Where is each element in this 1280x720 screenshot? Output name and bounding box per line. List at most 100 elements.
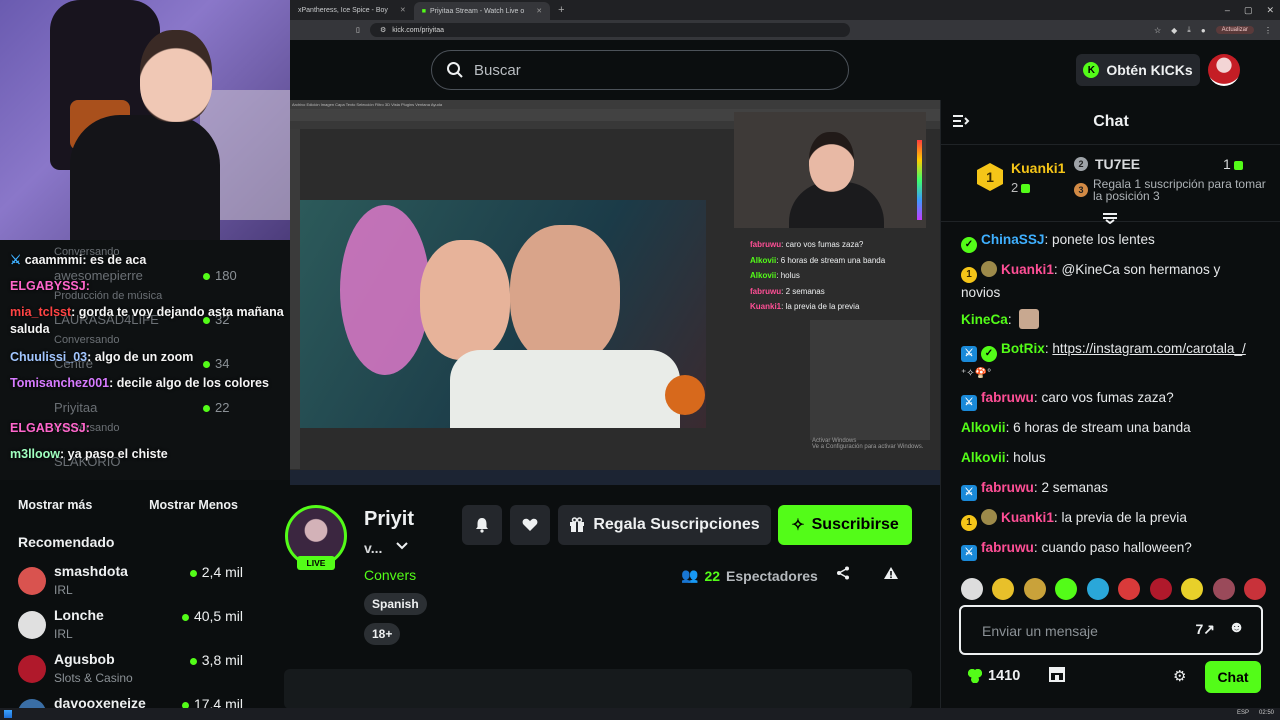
menu-icon[interactable]: ⋮ [1264, 26, 1272, 35]
store-icon[interactable] [1048, 666, 1066, 687]
kicks-balance[interactable]: 1410 [968, 668, 1020, 684]
bell-icon [476, 518, 488, 533]
chat-message: KineCa: [961, 309, 1261, 330]
search-input[interactable]: Buscar [431, 50, 849, 90]
about-panel [284, 669, 912, 709]
recommended-title: Recomendado [18, 534, 115, 550]
emoji-icon[interactable]: ☻ [1228, 619, 1245, 637]
bookmark-icon[interactable]: ▯ [356, 26, 360, 34]
emote-icon[interactable] [1149, 578, 1172, 600]
webcam-overlay [0, 0, 290, 240]
sub-icon [1021, 184, 1031, 194]
profile-icon[interactable]: ● [1201, 26, 1206, 35]
language-indicator[interactable]: ESP [1237, 710, 1249, 716]
emote-icon[interactable] [1086, 578, 1109, 600]
chat-username[interactable]: BotRix [1001, 341, 1045, 356]
tag-mature[interactable]: 18+ [364, 623, 401, 645]
gifter-badge-icon: 1 [961, 267, 977, 283]
new-tab-icon[interactable]: + [558, 4, 564, 16]
star-icon[interactable]: ☆ [1154, 26, 1161, 35]
left-chat-overlay: Conversando awesomepierre 180 Producción… [0, 240, 290, 480]
video-player[interactable]: Archivo Edición Imagen Capa Texto Selecc… [290, 100, 940, 485]
translate-icon[interactable]: 7↗ [1195, 621, 1215, 638]
chat-username[interactable]: Alkovii [961, 420, 1006, 435]
emote-icon[interactable] [992, 578, 1015, 600]
pumpkin [665, 375, 705, 415]
emote-icon[interactable] [1023, 578, 1046, 600]
expand-leaderboard-icon[interactable] [1102, 212, 1118, 227]
instagram-link[interactable]: https://instagram.com/carotala_/ [1052, 341, 1245, 356]
share-icon[interactable] [836, 566, 850, 584]
overlay-chat-line: ⚔ caammmi: es de aca [10, 253, 147, 267]
streamer-body [70, 115, 220, 240]
leader-name[interactable]: Kuanki1 [1011, 160, 1065, 176]
chat-username[interactable]: fabruwu [981, 480, 1034, 495]
get-kicks-button[interactable]: K Obtén KICKs [1076, 54, 1200, 86]
user-avatar[interactable] [1208, 54, 1240, 86]
chat-input[interactable]: Enviar un mensaje 7↗ ☻ [959, 605, 1263, 655]
emote-icon[interactable] [1181, 578, 1204, 600]
emote-icon[interactable] [1243, 578, 1266, 600]
clock[interactable]: 02:50 [1259, 710, 1274, 716]
extensions: ☆ ◆ ⤓ ● Actualizar ⋮ [1154, 25, 1272, 35]
viewer-count: 40,5 mil [182, 608, 243, 624]
stream-category[interactable]: Convers [364, 567, 416, 583]
channel-category: Slots & Casino [54, 671, 133, 685]
site-info-icon[interactable]: ⚙ [380, 26, 386, 34]
chevron-down-icon[interactable] [395, 539, 409, 554]
chat-username[interactable]: ChinaSSJ [981, 232, 1044, 247]
emote-icon[interactable] [1212, 578, 1235, 600]
minimize-icon[interactable]: – [1225, 5, 1230, 15]
recommended-channel[interactable]: Agusbob Slots & Casino 3,8 mil [18, 651, 243, 691]
browser-tab[interactable]: xPantheress, Ice Spice - Boy ✕ [290, 1, 414, 19]
streamer-cam [734, 112, 926, 228]
close-icon[interactable]: ✕ [400, 6, 406, 14]
sub-icon [1233, 160, 1243, 170]
recommended-channel[interactable]: Lonche IRL 40,5 mil [18, 607, 243, 647]
close-icon[interactable]: ✕ [536, 7, 542, 15]
follow-button[interactable] [510, 505, 550, 545]
gear-icon[interactable]: ⚙ [1173, 667, 1186, 685]
show-more-button[interactable]: Mostrar más [18, 498, 92, 512]
channel-name[interactable]: Priyit [364, 508, 414, 531]
browser-tab-active[interactable]: ■ Priyitaa Stream - Watch Live o ✕ [413, 2, 551, 20]
extension-icon[interactable]: ◆ [1171, 26, 1177, 35]
gift-subs-label: Regala Suscripciones [593, 516, 760, 533]
emote-icon[interactable] [1118, 578, 1141, 600]
notification-button[interactable] [462, 505, 502, 545]
streamer-head [140, 30, 212, 122]
overlay-chat-line: fabruwu: 2 semanas [750, 286, 825, 296]
sword-icon: ⚔ [10, 253, 22, 267]
get-kicks-label: Obtén KICKs [1106, 62, 1193, 78]
send-chat-button[interactable]: Chat [1205, 661, 1261, 693]
start-icon[interactable] [4, 710, 12, 718]
chat-username[interactable]: fabruwu [981, 390, 1034, 405]
emote-icon[interactable] [961, 578, 983, 600]
screen: xPantheress, Ice Spice - Boy ✕ ■ Priyitaa … [0, 0, 1280, 720]
person-right [510, 225, 620, 365]
show-less-button[interactable]: Mostrar Menos [149, 498, 238, 512]
report-icon[interactable] [883, 566, 899, 584]
gift-subs-button[interactable]: Regala Suscripciones [558, 505, 771, 545]
update-button[interactable]: Actualizar [1215, 26, 1254, 34]
system-tray: ESP 02:50 [1237, 710, 1274, 716]
subscribe-button[interactable]: ✧ Suscribirse [778, 505, 912, 545]
tag-language[interactable]: Spanish [364, 593, 427, 615]
download-icon[interactable]: ⤓ [1187, 25, 1191, 35]
second-name[interactable]: TU7EE [1095, 156, 1140, 172]
url-field[interactable]: ⚙ kick.com/priyitaa [370, 23, 850, 37]
gifter-badge-icon: 1 [961, 515, 977, 531]
chat-username[interactable]: Alkovii [961, 450, 1006, 465]
chat-username[interactable]: Kuanki1 [1001, 262, 1054, 277]
chat-username[interactable]: Kuanki1 [1001, 510, 1054, 525]
recommended-channel[interactable]: smashdota IRL 2,4 mil [18, 563, 243, 603]
chat-username[interactable]: fabruwu [981, 540, 1034, 555]
overlay-chat-line: Chuulissi_03: algo de un zoom [10, 350, 194, 364]
chat-panel: Chat 1 Kuanki1 2 2 TU7EE 1 3 Regala 1 su… [940, 100, 1280, 708]
maximize-icon[interactable]: ▢ [1244, 5, 1253, 16]
chat-username[interactable]: KineCa [961, 312, 1008, 327]
chat-message: Alkovii: 6 horas de stream una banda [961, 420, 1191, 435]
emote-icon[interactable] [1055, 578, 1078, 600]
close-window-icon[interactable]: ✕ [1266, 5, 1274, 16]
chat-message: 1 Kuanki1: la previa de la previa [961, 508, 1261, 531]
